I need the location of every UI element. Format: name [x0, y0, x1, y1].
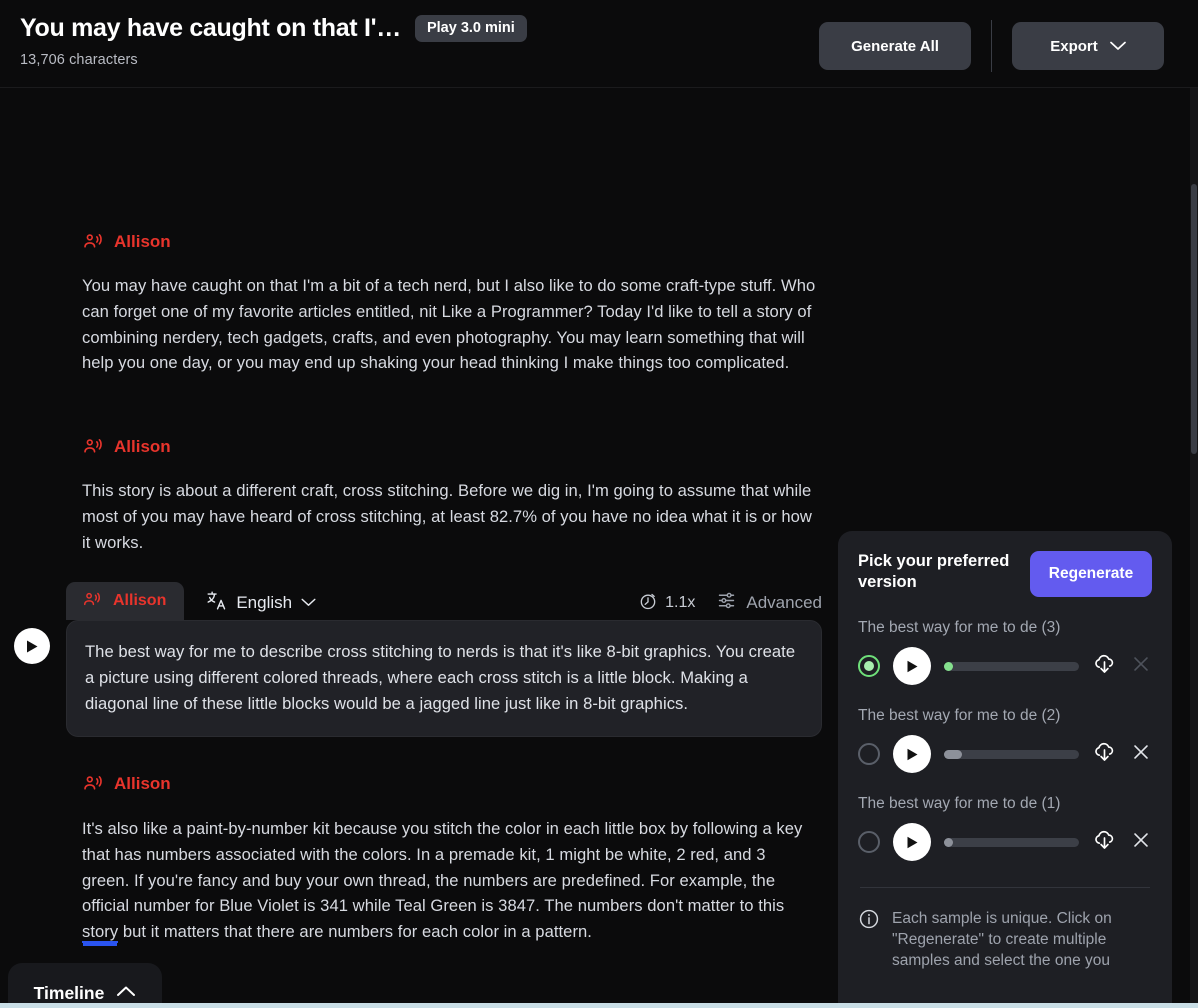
speaker-name: Allison [114, 232, 171, 251]
language-label: English [236, 593, 293, 612]
chevron-up-icon [116, 984, 136, 1002]
speaker-voice-icon [82, 436, 104, 458]
sample-play-button[interactable] [893, 735, 931, 773]
speaker-tab-label: Allison [113, 592, 167, 609]
download-icon[interactable] [1092, 739, 1117, 769]
playback-speed-value: 1.1x [665, 594, 696, 611]
regenerate-button[interactable]: Regenerate [1030, 551, 1152, 597]
script-editor-card[interactable]: The best way for me to describe cross st… [66, 620, 822, 738]
horizontal-scrollbar[interactable] [0, 1003, 1198, 1008]
slider-knob[interactable] [944, 837, 953, 847]
app-header: You may have caught on that I'… Play 3.0… [0, 0, 1198, 88]
sample-picker-header: Pick your preferred version Regenerate [858, 551, 1152, 597]
sample-picker-panel: Pick your preferred version Regenerate T… [838, 531, 1172, 1008]
block-toolbar: Allison English 1.1x Advanced [66, 582, 822, 620]
sample-radio[interactable] [858, 831, 880, 853]
sample-progress-slider[interactable] [944, 837, 1079, 847]
sample-item: The best way for me to de (3) [858, 619, 1152, 685]
sliders-icon [716, 590, 737, 616]
advanced-label: Advanced [746, 593, 822, 612]
speaker-voice-icon [82, 231, 104, 253]
character-count: 13,706 characters [20, 52, 138, 68]
header-divider [991, 20, 992, 72]
download-icon[interactable] [1092, 827, 1117, 857]
info-icon [858, 908, 880, 971]
sample-close-icon[interactable] [1130, 829, 1152, 856]
sample-picker-title: Pick your preferred version [858, 552, 1010, 591]
speaker-name: Allison [114, 774, 171, 793]
vertical-scrollbar-thumb[interactable] [1191, 184, 1197, 454]
speaker-tab-allison[interactable]: Allison [66, 582, 185, 620]
sample-play-button[interactable] [893, 823, 931, 861]
playback-speed-control[interactable]: 1.1x [638, 591, 695, 616]
script-paragraph-1[interactable]: You may have caught on that I'm a bit of… [82, 273, 820, 376]
model-badge[interactable]: Play 3.0 mini [414, 15, 527, 42]
timeline-toggle[interactable]: Timeline [8, 963, 162, 1008]
paragraph-text-after-cursor: but it matters that there are numbers fo… [118, 922, 592, 942]
advanced-settings-button[interactable]: Advanced [716, 590, 822, 616]
sample-close-icon[interactable] [1130, 741, 1152, 768]
paragraph-text-before-cursor: It's also like a paint-by-number kit bec… [82, 819, 803, 916]
download-icon[interactable] [1092, 651, 1117, 681]
chevron-down-icon [1109, 38, 1126, 55]
chevron-down-icon [301, 594, 316, 612]
header-left-group: You may have caught on that I'… Play 3.0… [20, 14, 527, 68]
slider-knob[interactable] [944, 661, 953, 671]
sample-play-button[interactable] [893, 647, 931, 685]
generate-all-button[interactable]: Generate All [819, 22, 971, 70]
cursor-highlighted-word[interactable]: story [82, 922, 119, 944]
script-paragraph-4[interactable]: It's also like a paint-by-number kit bec… [82, 816, 812, 945]
sample-close-icon[interactable] [1130, 653, 1152, 680]
script-paragraph-3[interactable]: The best way for me to describe cross st… [85, 639, 801, 716]
sample-controls [858, 647, 1152, 685]
slider-knob[interactable] [944, 749, 962, 759]
sample-label: The best way for me to de (1) [858, 795, 1061, 812]
sample-progress-slider[interactable] [944, 661, 1079, 671]
sample-progress-slider[interactable] [944, 749, 1079, 759]
speaker-label-1[interactable]: Allison [82, 231, 171, 253]
sample-picker-note-text: Each sample is unique. Click on "Regener… [892, 910, 1112, 969]
page-title: You may have caught on that I'… [20, 14, 401, 42]
title-row: You may have caught on that I'… Play 3.0… [20, 14, 527, 43]
block-toolbar-right: 1.1x Advanced [638, 590, 822, 616]
header-actions: Generate All Export [819, 20, 1164, 72]
script-paragraph-2[interactable]: This story is about a different craft, c… [82, 478, 820, 555]
speaker-voice-icon [82, 773, 104, 795]
speaker-name: Allison [114, 437, 171, 456]
vertical-scrollbar-track[interactable] [1190, 88, 1198, 1008]
export-button[interactable]: Export [1012, 22, 1164, 70]
translate-icon [206, 590, 227, 616]
sample-controls [858, 823, 1152, 861]
timeline-label: Timeline [33, 982, 105, 1003]
sample-radio-selected[interactable] [858, 655, 880, 677]
language-selector[interactable]: English [206, 590, 316, 616]
active-script-block: Allison English 1.1x Advanced The best w… [66, 582, 822, 738]
sample-radio[interactable] [858, 743, 880, 765]
speaker-label-4[interactable]: Allison [82, 773, 171, 795]
speaker-label-2[interactable]: Allison [82, 436, 171, 458]
sample-item: The best way for me to de (1) [858, 795, 1152, 861]
speaker-voice-icon [82, 590, 104, 612]
stopwatch-icon [638, 591, 658, 616]
sample-label: The best way for me to de (3) [858, 619, 1061, 636]
sample-item: The best way for me to de (2) [858, 707, 1152, 773]
sample-picker-note: Each sample is unique. Click on "Regener… [858, 908, 1152, 971]
panel-divider [860, 887, 1150, 888]
export-label: Export [1050, 37, 1098, 55]
sample-label: The best way for me to de (2) [858, 707, 1061, 724]
play-block-button[interactable] [14, 628, 50, 664]
sample-controls [858, 735, 1152, 773]
